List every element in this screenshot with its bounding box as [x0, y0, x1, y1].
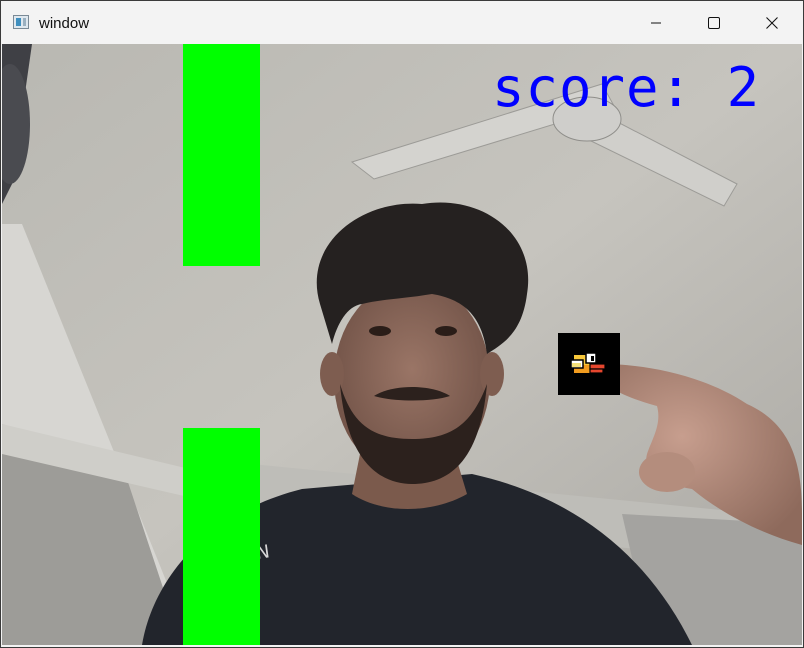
minimize-button[interactable] — [627, 1, 685, 44]
minimize-icon — [651, 22, 661, 23]
title-bar[interactable]: window — [1, 1, 803, 44]
maximize-icon — [708, 16, 720, 29]
maximize-button[interactable] — [685, 1, 743, 44]
player-bird — [558, 333, 620, 395]
window-title: window — [39, 15, 90, 32]
score-display: score: 2 — [492, 56, 761, 119]
flappy-bird-icon — [570, 352, 606, 375]
close-icon — [766, 16, 778, 29]
pipe-top — [183, 44, 260, 266]
window-app-icon — [13, 15, 29, 29]
app-window: window N score: 2 — [0, 0, 804, 648]
close-button[interactable] — [743, 1, 801, 44]
game-canvas[interactable]: N score: 2 — [2, 44, 802, 645]
webcam-background: N — [2, 44, 802, 645]
pipe-bottom — [183, 428, 260, 645]
